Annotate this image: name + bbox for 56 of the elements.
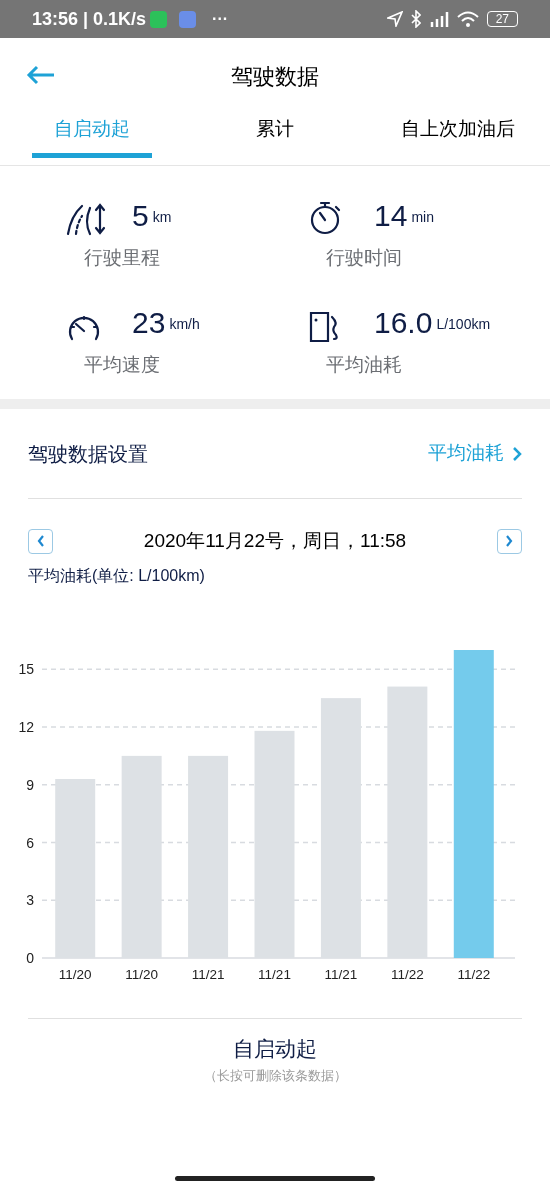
y-tick-label: 12 bbox=[18, 718, 34, 735]
stat-label: 平均油耗 bbox=[326, 352, 403, 377]
road-icon bbox=[66, 202, 106, 236]
chevron-right-icon bbox=[512, 445, 522, 462]
chevron-left-icon bbox=[35, 534, 46, 549]
x-tick-label: 11/20 bbox=[58, 966, 92, 982]
bar[interactable] bbox=[121, 755, 162, 958]
y-tick-label: 6 bbox=[26, 834, 34, 850]
location-icon bbox=[386, 11, 403, 27]
y-tick-label: 9 bbox=[26, 776, 34, 793]
bar[interactable] bbox=[453, 649, 494, 958]
x-tick-label: 11/21 bbox=[191, 966, 225, 982]
status-time: 13:56 | 0.1K/s bbox=[32, 7, 147, 31]
bar[interactable] bbox=[188, 755, 229, 958]
stat-label: 平均速度 bbox=[84, 352, 161, 377]
next-button[interactable] bbox=[497, 528, 522, 554]
x-tick-label: 11/22 bbox=[390, 966, 424, 982]
stat-label: 行驶里程 bbox=[84, 246, 161, 270]
wifi-icon bbox=[456, 11, 479, 27]
bar[interactable] bbox=[387, 686, 428, 958]
stat-unit: min bbox=[411, 208, 434, 227]
x-tick-label: 11/21 bbox=[258, 966, 291, 982]
bluetooth-icon bbox=[410, 10, 421, 28]
stat-value: 23 bbox=[132, 304, 166, 341]
chart-label: 平均油耗(单位: L/100km) bbox=[28, 565, 206, 586]
bar[interactable] bbox=[320, 697, 361, 958]
stat-value: 16.0 bbox=[374, 304, 433, 341]
previous-button[interactable] bbox=[28, 528, 53, 554]
x-tick-label: 11/21 bbox=[324, 966, 358, 982]
bar[interactable] bbox=[254, 730, 295, 958]
chat-app-icon bbox=[150, 10, 168, 28]
stat-label: 行驶时间 bbox=[326, 246, 403, 270]
signal-icon bbox=[428, 11, 449, 27]
tab[interactable]: 累计 bbox=[183, 114, 367, 165]
footer-note: （长按可删除该条数据） bbox=[202, 1067, 348, 1085]
stat-value: 14 bbox=[374, 198, 408, 234]
chevron-right-icon bbox=[504, 534, 515, 549]
section-title: 驾驶数据设置 bbox=[28, 441, 148, 467]
stat-unit: km/h bbox=[169, 314, 200, 334]
x-tick-label: 11/20 bbox=[125, 966, 159, 982]
y-tick-label: 3 bbox=[26, 891, 34, 908]
x-tick-label: 11/22 bbox=[457, 966, 491, 982]
tab[interactable]: 自上次加油后 bbox=[366, 114, 550, 165]
app-icon bbox=[179, 10, 197, 28]
y-tick-label: 15 bbox=[18, 660, 34, 677]
date-label: 2020年11月22号，周日，11:58 bbox=[143, 529, 407, 553]
more-notifications: ··· bbox=[212, 9, 229, 29]
stat-value: 5 bbox=[132, 198, 149, 234]
stat-unit: km bbox=[152, 208, 172, 227]
home-indicator[interactable] bbox=[175, 1176, 375, 1181]
bar[interactable] bbox=[55, 778, 96, 958]
page-title: 驾驶数据 bbox=[231, 62, 319, 91]
battery-indicator: 27 bbox=[486, 11, 518, 27]
footer-title: 自启动起 bbox=[232, 1035, 318, 1062]
stat-unit: L/100km bbox=[436, 314, 491, 334]
y-tick-label: 0 bbox=[26, 949, 34, 966]
